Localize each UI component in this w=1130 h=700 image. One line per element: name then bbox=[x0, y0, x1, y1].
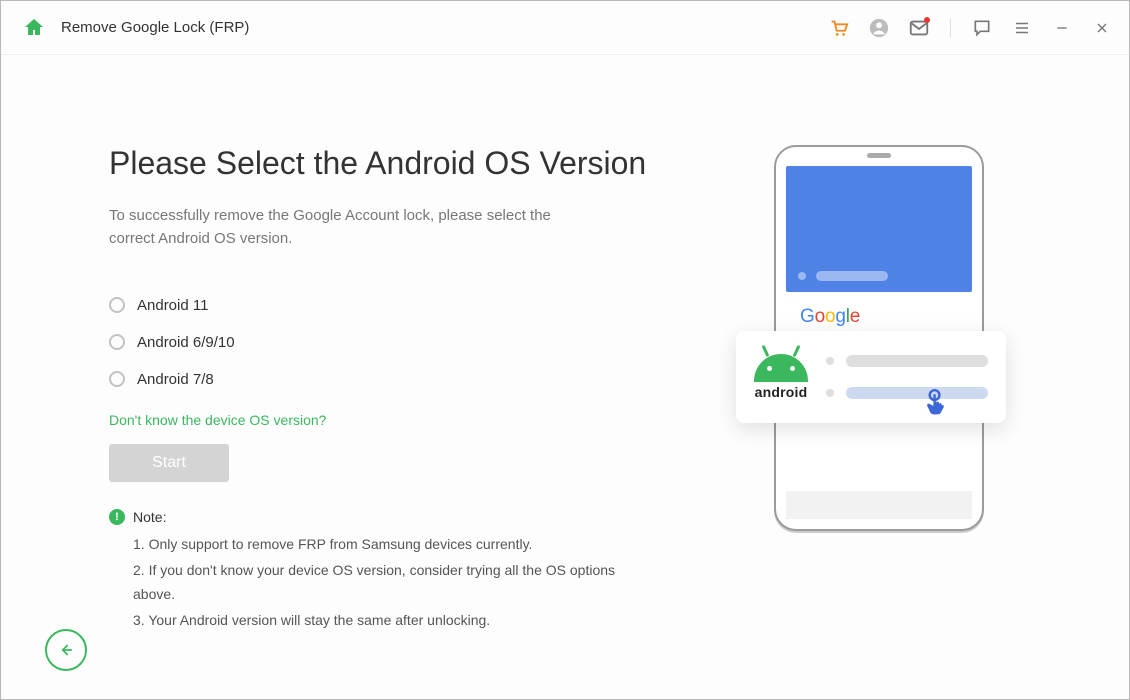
main-content: Please Select the Android OS Version To … bbox=[1, 55, 1129, 699]
android-head-icon bbox=[754, 354, 808, 382]
arrow-left-icon bbox=[56, 640, 76, 660]
radio-android-11[interactable]: Android 11 bbox=[109, 297, 649, 314]
phone-speaker-icon bbox=[867, 153, 891, 158]
start-button[interactable]: Start bbox=[109, 444, 229, 482]
feedback-button[interactable] bbox=[969, 15, 995, 41]
close-icon bbox=[1094, 20, 1110, 36]
home-button[interactable] bbox=[19, 13, 49, 43]
user-icon bbox=[868, 17, 890, 39]
android-text: android bbox=[754, 384, 808, 400]
menu-button[interactable] bbox=[1009, 15, 1035, 41]
back-button[interactable] bbox=[45, 629, 87, 671]
info-icon: ! bbox=[109, 509, 125, 525]
phone-bottom-bar bbox=[786, 491, 972, 519]
placeholder-bar bbox=[816, 271, 888, 281]
note-label: Note: bbox=[133, 506, 166, 530]
card-lines bbox=[826, 355, 988, 399]
minimize-button[interactable] bbox=[1049, 15, 1075, 41]
left-column: Please Select the Android OS Version To … bbox=[109, 145, 649, 669]
help-link[interactable]: Don't know the device OS version? bbox=[109, 412, 326, 428]
radio-android-6-9-10[interactable]: Android 6/9/10 bbox=[109, 334, 649, 351]
cart-icon bbox=[828, 17, 850, 39]
placeholder-dot bbox=[826, 357, 834, 365]
radio-icon bbox=[109, 297, 125, 313]
titlebar: Remove Google Lock (FRP) bbox=[1, 1, 1129, 55]
window-title: Remove Google Lock (FRP) bbox=[61, 19, 249, 36]
note-item-3: 3. Your Android version will stay the sa… bbox=[133, 609, 649, 633]
radio-android-7-8[interactable]: Android 7/8 bbox=[109, 371, 649, 388]
page-heading: Please Select the Android OS Version bbox=[109, 145, 649, 182]
tap-hand-icon bbox=[922, 389, 952, 423]
notification-dot-icon bbox=[924, 17, 930, 23]
note-item-1: 1. Only support to remove FRP from Samsu… bbox=[133, 533, 649, 557]
cart-button[interactable] bbox=[826, 15, 852, 41]
phone-illustration: Google android bbox=[774, 145, 984, 669]
android-logo: android bbox=[754, 354, 808, 400]
radio-label: Android 6/9/10 bbox=[137, 334, 235, 351]
radio-icon bbox=[109, 334, 125, 350]
phone-blue-header bbox=[786, 166, 972, 292]
android-card: android bbox=[736, 331, 1006, 423]
home-icon bbox=[22, 16, 46, 40]
page-subtitle: To successfully remove the Google Accoun… bbox=[109, 204, 599, 251]
placeholder-bar bbox=[846, 355, 988, 367]
placeholder-dot bbox=[826, 389, 834, 397]
os-version-list: Android 11 Android 6/9/10 Android 7/8 bbox=[109, 297, 649, 388]
note-block: ! Note: 1. Only support to remove FRP fr… bbox=[109, 506, 649, 633]
placeholder-bar bbox=[846, 387, 988, 399]
mail-button[interactable] bbox=[906, 15, 932, 41]
note-header: ! Note: bbox=[109, 506, 649, 530]
menu-icon bbox=[1013, 19, 1031, 37]
account-button[interactable] bbox=[866, 15, 892, 41]
chat-icon bbox=[972, 18, 992, 38]
close-button[interactable] bbox=[1089, 15, 1115, 41]
note-item-2: 2. If you don't know your device OS vers… bbox=[133, 559, 649, 607]
radio-label: Android 7/8 bbox=[137, 371, 214, 388]
right-column: Google android bbox=[689, 145, 1069, 669]
radio-label: Android 11 bbox=[137, 297, 208, 314]
divider bbox=[950, 18, 951, 38]
placeholder-dot bbox=[798, 272, 806, 280]
phone-screen: Google bbox=[786, 166, 972, 481]
radio-icon bbox=[109, 371, 125, 387]
google-logo: Google bbox=[800, 306, 860, 327]
minimize-icon bbox=[1054, 20, 1070, 36]
titlebar-actions bbox=[826, 15, 1115, 41]
